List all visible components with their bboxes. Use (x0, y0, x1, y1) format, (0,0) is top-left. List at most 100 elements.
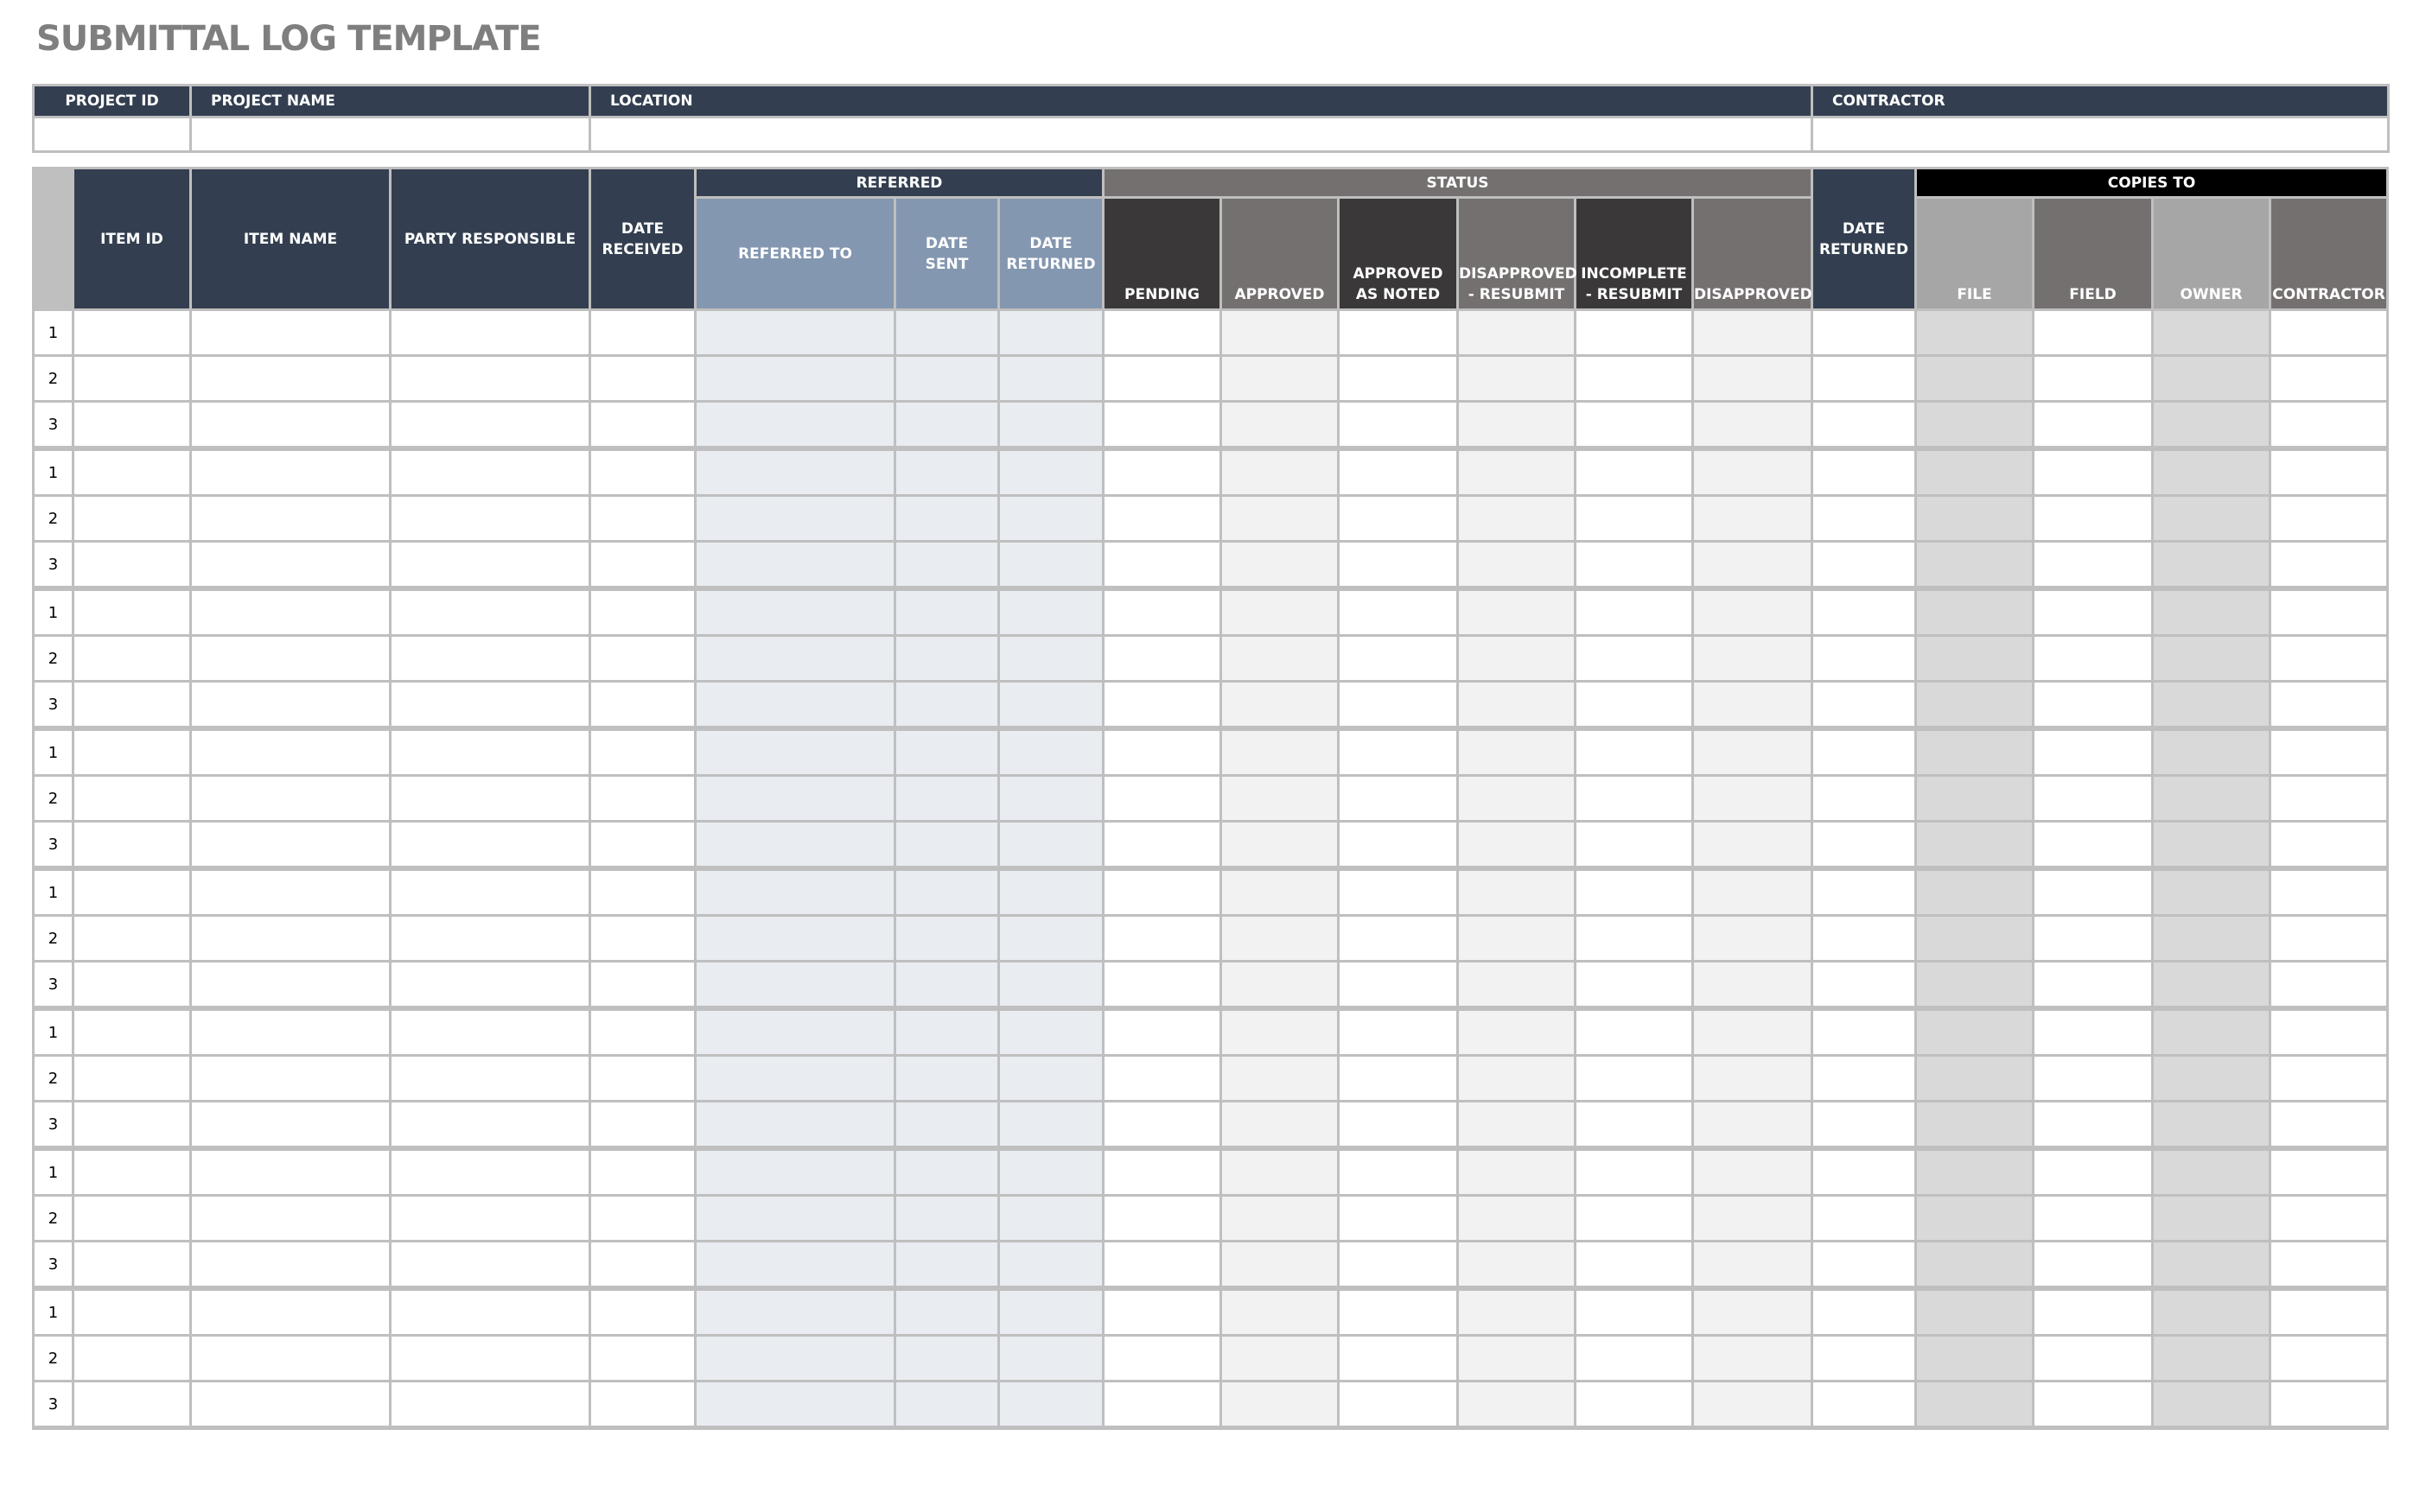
date-sent-cell[interactable] (894, 1194, 1000, 1242)
copies-field-cell[interactable] (2032, 1286, 2155, 1337)
approved-as-noted-cell[interactable] (1337, 400, 1459, 450)
disapproved-cell[interactable] (1690, 1334, 1814, 1382)
copies-contractor-cell[interactable] (2269, 1286, 2390, 1337)
approved-cell[interactable] (1219, 1380, 1340, 1430)
disapproved-resubmit-cell[interactable] (1456, 354, 1576, 403)
referred-date-returned-cell[interactable] (997, 726, 1105, 777)
copies-contractor-cell[interactable] (2269, 308, 2390, 357)
copies-contractor-cell[interactable] (2269, 866, 2390, 917)
item-name-cell[interactable] (189, 540, 392, 590)
approved-cell[interactable] (1219, 726, 1340, 777)
date-sent-cell[interactable] (894, 1286, 1000, 1337)
referred-date-returned-cell[interactable] (997, 914, 1105, 962)
disapproved-resubmit-cell[interactable] (1456, 1146, 1576, 1197)
item-name-cell[interactable] (189, 1380, 392, 1430)
date-sent-cell[interactable] (894, 866, 1000, 917)
disapproved-resubmit-cell[interactable] (1456, 634, 1576, 683)
copies-field-cell[interactable] (2032, 1100, 2155, 1150)
disapproved-resubmit-cell[interactable] (1456, 820, 1576, 870)
date-returned-cell[interactable] (1811, 726, 1918, 777)
incomplete-resubmit-cell[interactable] (1574, 866, 1694, 917)
date-sent-cell[interactable] (894, 774, 1000, 823)
pending-cell[interactable] (1102, 494, 1222, 543)
item-name-cell[interactable] (189, 1100, 392, 1150)
approved-cell[interactable] (1219, 1286, 1340, 1337)
date-received-cell[interactable] (589, 960, 697, 1010)
date-received-cell[interactable] (589, 1334, 697, 1382)
copies-owner-cell[interactable] (2151, 820, 2272, 870)
pending-cell[interactable] (1102, 1380, 1222, 1430)
copies-file-cell[interactable] (1914, 1146, 2035, 1197)
item-id-cell[interactable] (72, 634, 192, 683)
party-responsible-cell[interactable] (389, 680, 591, 730)
copies-contractor-cell[interactable] (2269, 1194, 2390, 1242)
contractor-field[interactable] (1811, 116, 2390, 153)
approved-as-noted-cell[interactable] (1337, 1054, 1459, 1102)
date-received-cell[interactable] (589, 820, 697, 870)
date-returned-cell[interactable] (1811, 446, 1918, 497)
copies-file-cell[interactable] (1914, 866, 2035, 917)
date-returned-cell[interactable] (1811, 1100, 1918, 1150)
party-responsible-cell[interactable] (389, 726, 591, 777)
date-returned-cell[interactable] (1811, 680, 1918, 730)
copies-contractor-cell[interactable] (2269, 400, 2390, 450)
incomplete-resubmit-cell[interactable] (1574, 774, 1694, 823)
incomplete-resubmit-cell[interactable] (1574, 634, 1694, 683)
item-id-cell[interactable] (72, 1380, 192, 1430)
referred-date-returned-cell[interactable] (997, 1334, 1105, 1382)
item-id-cell[interactable] (72, 1006, 192, 1057)
item-id-cell[interactable] (72, 1194, 192, 1242)
item-name-cell[interactable] (189, 1286, 392, 1337)
date-returned-cell[interactable] (1811, 820, 1918, 870)
copies-file-cell[interactable] (1914, 446, 2035, 497)
date-sent-cell[interactable] (894, 1146, 1000, 1197)
pending-cell[interactable] (1102, 634, 1222, 683)
date-sent-cell[interactable] (894, 680, 1000, 730)
referred-date-returned-cell[interactable] (997, 820, 1105, 870)
date-received-cell[interactable] (589, 774, 697, 823)
copies-file-cell[interactable] (1914, 1100, 2035, 1150)
date-returned-cell[interactable] (1811, 1286, 1918, 1337)
party-responsible-cell[interactable] (389, 1286, 591, 1337)
disapproved-resubmit-cell[interactable] (1456, 1380, 1576, 1430)
referred-to-cell[interactable] (694, 820, 896, 870)
incomplete-resubmit-cell[interactable] (1574, 1146, 1694, 1197)
approved-cell[interactable] (1219, 774, 1340, 823)
copies-field-cell[interactable] (2032, 1006, 2155, 1057)
pending-cell[interactable] (1102, 1146, 1222, 1197)
copies-owner-cell[interactable] (2151, 1380, 2272, 1430)
copies-file-cell[interactable] (1914, 726, 2035, 777)
date-returned-cell[interactable] (1811, 400, 1918, 450)
item-name-cell[interactable] (189, 866, 392, 917)
approved-as-noted-cell[interactable] (1337, 774, 1459, 823)
referred-date-returned-cell[interactable] (997, 1054, 1105, 1102)
date-returned-cell[interactable] (1811, 1006, 1918, 1057)
referred-date-returned-cell[interactable] (997, 1100, 1105, 1150)
copies-contractor-cell[interactable] (2269, 1240, 2390, 1290)
disapproved-resubmit-cell[interactable] (1456, 774, 1576, 823)
party-responsible-cell[interactable] (389, 634, 591, 683)
referred-date-returned-cell[interactable] (997, 354, 1105, 403)
copies-owner-cell[interactable] (2151, 960, 2272, 1010)
disapproved-cell[interactable] (1690, 354, 1814, 403)
incomplete-resubmit-cell[interactable] (1574, 1240, 1694, 1290)
date-received-cell[interactable] (589, 1286, 697, 1337)
copies-field-cell[interactable] (2032, 960, 2155, 1010)
disapproved-resubmit-cell[interactable] (1456, 1286, 1576, 1337)
date-received-cell[interactable] (589, 866, 697, 917)
referred-to-cell[interactable] (694, 446, 896, 497)
item-name-cell[interactable] (189, 354, 392, 403)
approved-cell[interactable] (1219, 1054, 1340, 1102)
referred-date-returned-cell[interactable] (997, 540, 1105, 590)
copies-contractor-cell[interactable] (2269, 680, 2390, 730)
incomplete-resubmit-cell[interactable] (1574, 1286, 1694, 1337)
copies-contractor-cell[interactable] (2269, 726, 2390, 777)
copies-owner-cell[interactable] (2151, 634, 2272, 683)
incomplete-resubmit-cell[interactable] (1574, 726, 1694, 777)
item-name-cell[interactable] (189, 680, 392, 730)
item-name-cell[interactable] (189, 774, 392, 823)
disapproved-cell[interactable] (1690, 494, 1814, 543)
party-responsible-cell[interactable] (389, 1006, 591, 1057)
disapproved-cell[interactable] (1690, 540, 1814, 590)
copies-file-cell[interactable] (1914, 634, 2035, 683)
